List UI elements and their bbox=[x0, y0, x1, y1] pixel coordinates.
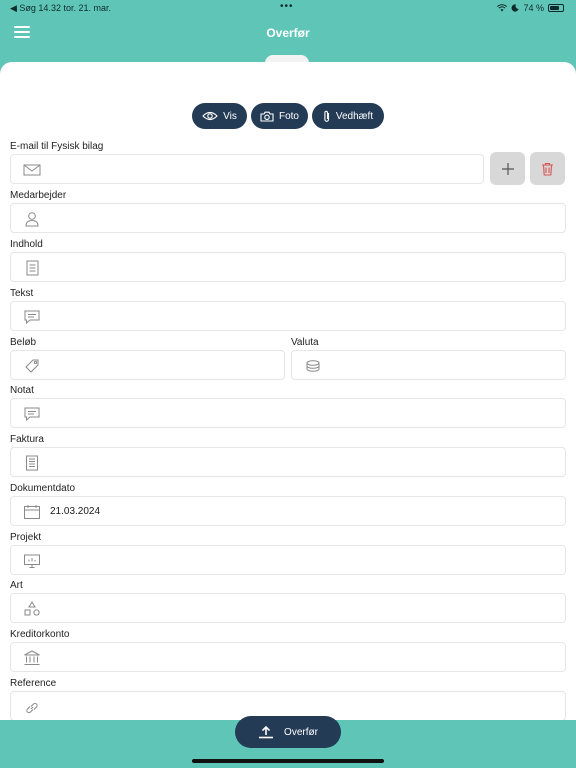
document-icon bbox=[26, 260, 39, 276]
photo-label: Foto bbox=[278, 110, 299, 122]
home-indicator bbox=[192, 759, 384, 763]
view-label: Vis bbox=[223, 110, 237, 122]
transfer-button[interactable]: Overfør bbox=[235, 716, 341, 748]
invoice-icon bbox=[26, 455, 38, 471]
message-icon bbox=[24, 407, 40, 422]
status-bar: ◀ Søg 14.32 tor. 21. mar. ••• 74 % bbox=[0, 0, 576, 16]
add-button[interactable] bbox=[490, 152, 525, 185]
page-title: Overfør bbox=[266, 26, 310, 40]
status-left: ◀ Søg 14.32 tor. 21. mar. bbox=[10, 3, 111, 13]
creditor-label: Kreditorkonto bbox=[10, 629, 70, 640]
coins-icon bbox=[306, 360, 320, 372]
employee-field[interactable] bbox=[10, 203, 566, 233]
photo-button[interactable]: Foto bbox=[251, 103, 308, 129]
header: Overfør bbox=[0, 16, 576, 60]
plus-icon bbox=[501, 162, 514, 175]
message-icon bbox=[24, 310, 40, 325]
creditor-field[interactable] bbox=[10, 642, 566, 672]
moon-icon bbox=[512, 4, 520, 12]
email-field[interactable] bbox=[10, 154, 484, 184]
attach-label: Vedhæft bbox=[335, 110, 374, 122]
person-icon bbox=[25, 212, 39, 227]
text-label: Tekst bbox=[10, 288, 34, 299]
docdate-label: Dokumentdato bbox=[10, 483, 76, 494]
attach-button[interactable]: Vedhæft bbox=[312, 103, 384, 129]
docdate-field[interactable]: 21.03.2024 bbox=[10, 496, 566, 526]
currency-label: Valuta bbox=[291, 337, 319, 348]
text-field[interactable] bbox=[10, 301, 566, 331]
battery-percent: 74 % bbox=[523, 3, 544, 13]
shapes-icon bbox=[24, 601, 40, 616]
multitask-dots[interactable]: ••• bbox=[280, 1, 294, 12]
amount-label: Beløb bbox=[10, 337, 37, 348]
transfer-label: Overfør bbox=[284, 726, 318, 738]
envelope-icon bbox=[23, 164, 41, 176]
invoice-label: Faktura bbox=[10, 434, 44, 445]
delete-button[interactable] bbox=[530, 152, 565, 185]
paperclip-icon bbox=[324, 110, 329, 122]
note-field[interactable] bbox=[10, 398, 566, 428]
project-label: Projekt bbox=[10, 532, 42, 543]
email-label: E-mail til Fysisk bilag bbox=[10, 141, 104, 152]
upload-icon bbox=[259, 725, 274, 739]
camera-icon bbox=[260, 111, 274, 122]
content-label: Indhold bbox=[10, 239, 43, 250]
docdate-value: 21.03.2024 bbox=[50, 506, 101, 517]
battery-icon bbox=[548, 4, 564, 12]
note-label: Notat bbox=[10, 385, 34, 396]
employee-label: Medarbejder bbox=[10, 190, 67, 201]
invoice-field[interactable] bbox=[10, 447, 566, 477]
wifi-icon bbox=[497, 4, 508, 12]
reference-label: Reference bbox=[10, 678, 57, 689]
content-field[interactable] bbox=[10, 252, 566, 282]
trash-icon bbox=[542, 162, 553, 176]
project-field[interactable] bbox=[10, 545, 566, 575]
type-label: Art bbox=[10, 580, 23, 591]
bank-icon bbox=[24, 650, 40, 665]
amount-field[interactable] bbox=[10, 350, 285, 380]
status-right: 74 % bbox=[497, 3, 564, 13]
form-sheet: Vis Foto Vedhæft E-mail til Fysisk bilag… bbox=[0, 62, 576, 720]
type-field[interactable] bbox=[10, 593, 566, 623]
view-button[interactable]: Vis bbox=[192, 103, 247, 129]
eye-icon bbox=[202, 111, 218, 121]
currency-field[interactable] bbox=[291, 350, 566, 380]
link-icon bbox=[26, 702, 38, 714]
battery-fill bbox=[550, 6, 559, 10]
price-tag-icon bbox=[25, 359, 39, 373]
presentation-icon bbox=[24, 554, 40, 568]
calendar-icon bbox=[24, 505, 40, 519]
